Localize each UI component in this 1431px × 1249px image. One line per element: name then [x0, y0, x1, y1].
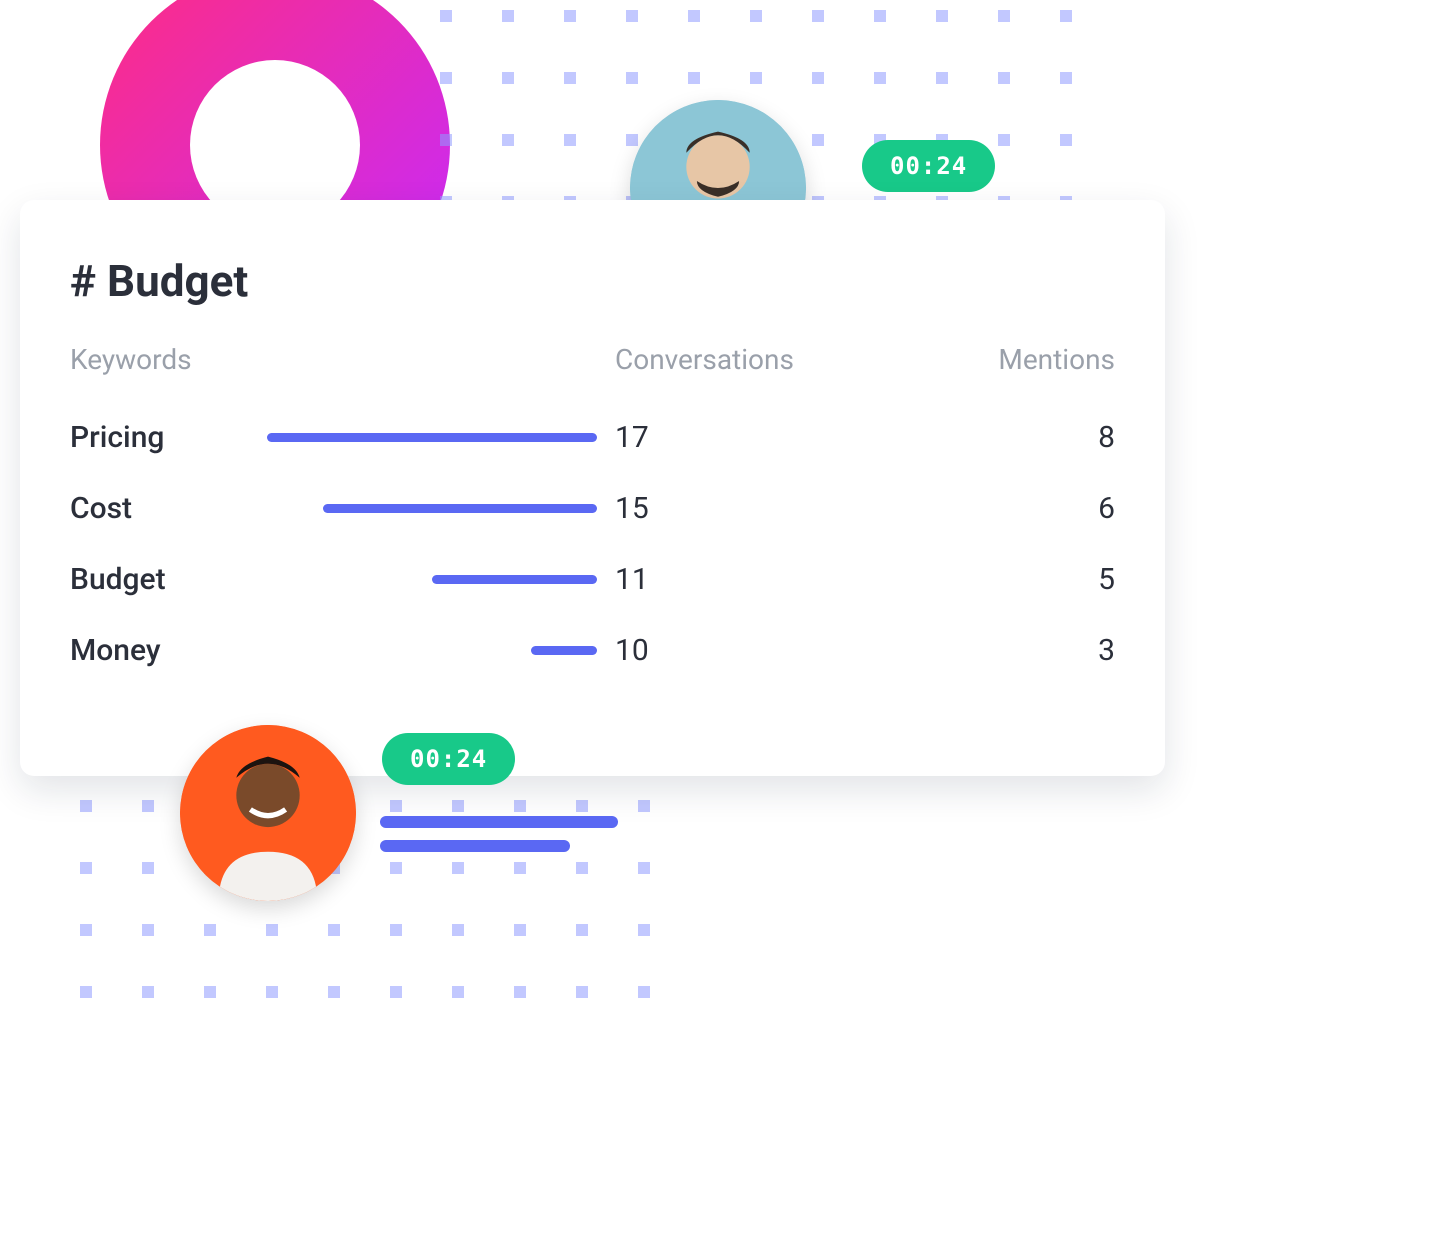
budget-keywords-card: # Budget Keywords Conversations Mentions…	[20, 200, 1165, 776]
timestamp-badge: 00:24	[382, 733, 515, 785]
card-title: # Budget	[70, 255, 1115, 307]
conversations-value: 10	[615, 633, 735, 668]
conversation-bar	[390, 575, 615, 585]
mentions-value: 5	[995, 562, 1115, 597]
keyword-label: Budget	[70, 562, 390, 597]
conversations-value: 11	[615, 562, 735, 597]
table-row: Money 10 3	[70, 615, 1115, 686]
conversation-bar	[390, 433, 615, 443]
table-header-row: Keywords Conversations Mentions	[70, 343, 1115, 376]
avatar	[180, 725, 356, 901]
table-row: Cost156	[70, 473, 1115, 544]
column-header-mentions: Mentions	[995, 343, 1115, 376]
mentions-value: 6	[995, 491, 1115, 526]
table-row: Pricing178	[70, 402, 1115, 473]
transcript-skeleton-line	[380, 840, 570, 852]
keyword-label: Money	[70, 633, 390, 668]
table-row: Budget 11 5	[70, 544, 1115, 615]
conversation-bar	[390, 646, 615, 656]
dot-grid-decoration-bottom	[80, 800, 680, 1040]
timestamp-badge: 00:24	[862, 140, 995, 192]
conversations-value: 17	[615, 420, 735, 455]
conversation-bar	[390, 504, 615, 514]
transcript-skeleton-line	[380, 816, 618, 828]
column-header-conversations: Conversations	[615, 343, 735, 376]
conversations-value: 15	[615, 491, 735, 526]
column-header-keywords: Keywords	[70, 343, 390, 376]
mentions-value: 8	[995, 420, 1115, 455]
mentions-value: 3	[995, 633, 1115, 668]
